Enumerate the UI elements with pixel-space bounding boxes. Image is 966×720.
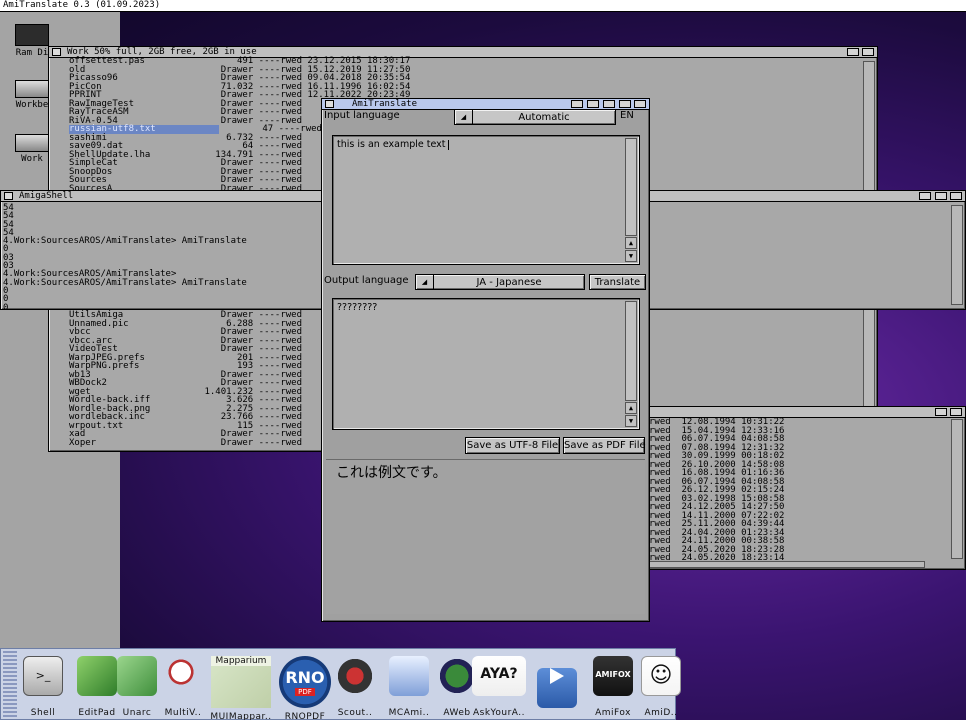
dock-item-label: MUIMappar.. xyxy=(210,712,272,720)
save-pdf-button[interactable]: Save as PDF File xyxy=(563,437,646,454)
depth-gadget[interactable] xyxy=(950,408,962,416)
terminal-icon: >_ xyxy=(23,656,63,696)
desktop-icon-label: Workbe xyxy=(15,100,49,110)
dock-drag-handle[interactable] xyxy=(3,651,17,717)
screen-title-bar[interactable]: AmiTranslate 0.3 (01.09.2023) xyxy=(0,0,966,12)
dock-item-amitube[interactable]: AmiTube xyxy=(530,656,584,720)
close-gadget[interactable] xyxy=(4,192,13,200)
window-icon xyxy=(389,656,429,696)
vertical-scrollbar[interactable] xyxy=(951,419,963,559)
dock-item-label: Scout.. xyxy=(337,708,373,718)
output-language-cycle[interactable]: ◢ JA - Japanese xyxy=(415,274,585,290)
close-gadget[interactable] xyxy=(52,48,61,56)
window-title: AmiTranslate xyxy=(352,99,418,109)
rno-pdf-icon: RNO PDF xyxy=(279,656,331,708)
zoom-gadget[interactable] xyxy=(935,408,947,416)
aya-label: AYA? xyxy=(480,666,518,682)
translate-button[interactable]: Translate xyxy=(589,274,646,290)
file-row[interactable]: Xoper Drawer ----rwed xyxy=(69,438,302,448)
input-language-label: Input language xyxy=(324,110,400,121)
output-text: ???????? xyxy=(337,302,378,313)
depth-gadget[interactable] xyxy=(950,192,962,200)
iconify-gadget[interactable] xyxy=(587,100,599,108)
zoom-gadget[interactable] xyxy=(847,48,859,56)
pirate-icon xyxy=(335,656,375,696)
amitranslate-window[interactable]: AmiTranslate Input language ◢ Automatic … xyxy=(321,98,650,622)
amifox-label: AMIFOX xyxy=(595,670,631,679)
vertical-scrollbar[interactable] xyxy=(625,138,637,236)
mapparium-label: Mapparium xyxy=(211,656,271,666)
dock-item-label: RNOPDF xyxy=(284,712,326,720)
dock-item-label: AmiD.. xyxy=(644,708,678,718)
drawer-window-right[interactable]: rwed 12.08.1994 10:31:22 rwed 15.04.1994 … xyxy=(640,406,966,570)
scroll-down-icon[interactable]: ▼ xyxy=(625,250,637,262)
aya-icon: AYA? xyxy=(472,656,526,696)
horizontal-scrollbar[interactable] xyxy=(649,561,925,568)
dock-item-mcami[interactable]: MCAmi.. xyxy=(382,656,436,718)
input-text-area[interactable]: this is an example text ▲ ▼ xyxy=(332,135,640,265)
vertical-scrollbar[interactable] xyxy=(625,301,637,401)
dock-item-amid[interactable]: ☺ AmiD.. xyxy=(634,656,688,718)
dock-item-label: AmiFox xyxy=(595,708,631,718)
popup-gadget[interactable] xyxy=(603,100,615,108)
file-list-bottom[interactable]: UtilsAmiga Drawer ----rwed Unnamed.pic 6.… xyxy=(69,311,302,447)
drive-icon xyxy=(15,80,49,98)
iconify-gadget[interactable] xyxy=(919,192,931,200)
detected-language-code: EN xyxy=(620,110,634,121)
snapshot-gadget[interactable] xyxy=(571,100,583,108)
cube-icon xyxy=(117,656,157,696)
globe-icon xyxy=(437,656,477,696)
desktop-icon-label: Ram Di xyxy=(15,48,49,58)
ram-chip-icon xyxy=(15,24,49,46)
dock-item-shell[interactable]: >_ Shell xyxy=(16,656,70,718)
rno-label: RNO xyxy=(285,668,325,687)
dock-item-label: MCAmi.. xyxy=(388,708,430,718)
vertical-scrollbar[interactable] xyxy=(951,205,963,305)
text-cursor xyxy=(448,140,449,150)
dock-item-label: MultiV.. xyxy=(164,708,202,718)
dock-item-multiv[interactable]: MultiV.. xyxy=(156,656,210,718)
rendered-japanese-text: これは例文です。 xyxy=(336,465,447,481)
close-gadget[interactable] xyxy=(325,100,334,108)
scroll-up-icon[interactable]: ▲ xyxy=(625,402,637,414)
cycle-icon: ◢ xyxy=(455,110,473,124)
depth-gadget[interactable] xyxy=(862,48,874,56)
dock-item-askyoura[interactable]: AYA? AskYourA.. xyxy=(472,656,526,718)
rendered-output-area: これは例文です。 xyxy=(326,459,645,614)
rno-sub-label: PDF xyxy=(295,688,315,696)
save-utf8-button[interactable]: Save as UTF-8 File xyxy=(465,437,560,454)
cycle-icon: ◢ xyxy=(416,275,434,289)
zoom-gadget[interactable] xyxy=(935,192,947,200)
desktop-icon-label: Work xyxy=(21,154,43,164)
file-list[interactable]: rwed 12.08.1994 10:31:22 rwed 15.04.1994 … xyxy=(649,418,784,563)
dock-item-muimappar[interactable]: Mapparium MUIMappar.. xyxy=(210,656,272,720)
scroll-up-icon[interactable]: ▲ xyxy=(625,237,637,249)
cycle-value: Automatic xyxy=(518,112,570,123)
dock-item-amifox[interactable]: AMIFOX AmiFox xyxy=(586,656,640,718)
input-text: this is an example text xyxy=(337,139,446,150)
zoom-gadget[interactable] xyxy=(619,100,631,108)
scroll-down-icon[interactable]: ▼ xyxy=(625,415,637,427)
dock-item-label: Shell xyxy=(30,708,56,718)
dock-item-scout[interactable]: Scout.. xyxy=(328,656,382,718)
amifox-icon: AMIFOX xyxy=(593,656,633,696)
play-triangle-icon xyxy=(550,668,564,684)
play-icon xyxy=(537,668,577,708)
dock-item-rnopdf[interactable]: RNO PDF RNOPDF xyxy=(278,656,332,720)
stickman-icon: ☺ xyxy=(641,656,681,696)
depth-gadget[interactable] xyxy=(634,100,646,108)
output-language-label: Output language xyxy=(324,275,409,286)
cycle-value: JA - Japanese xyxy=(476,277,542,288)
window-title: AmigaShell xyxy=(19,191,74,201)
magnifier-icon xyxy=(163,656,203,696)
screen-title: AmiTranslate 0.3 (01.09.2023) xyxy=(3,0,161,10)
drive-icon xyxy=(15,134,49,152)
dock-item-label: AskYourA.. xyxy=(473,708,525,718)
input-language-cycle[interactable]: ◢ Automatic xyxy=(454,109,616,125)
map-icon: Mapparium xyxy=(211,656,271,708)
output-text-area[interactable]: ???????? ▲ ▼ xyxy=(332,298,640,430)
